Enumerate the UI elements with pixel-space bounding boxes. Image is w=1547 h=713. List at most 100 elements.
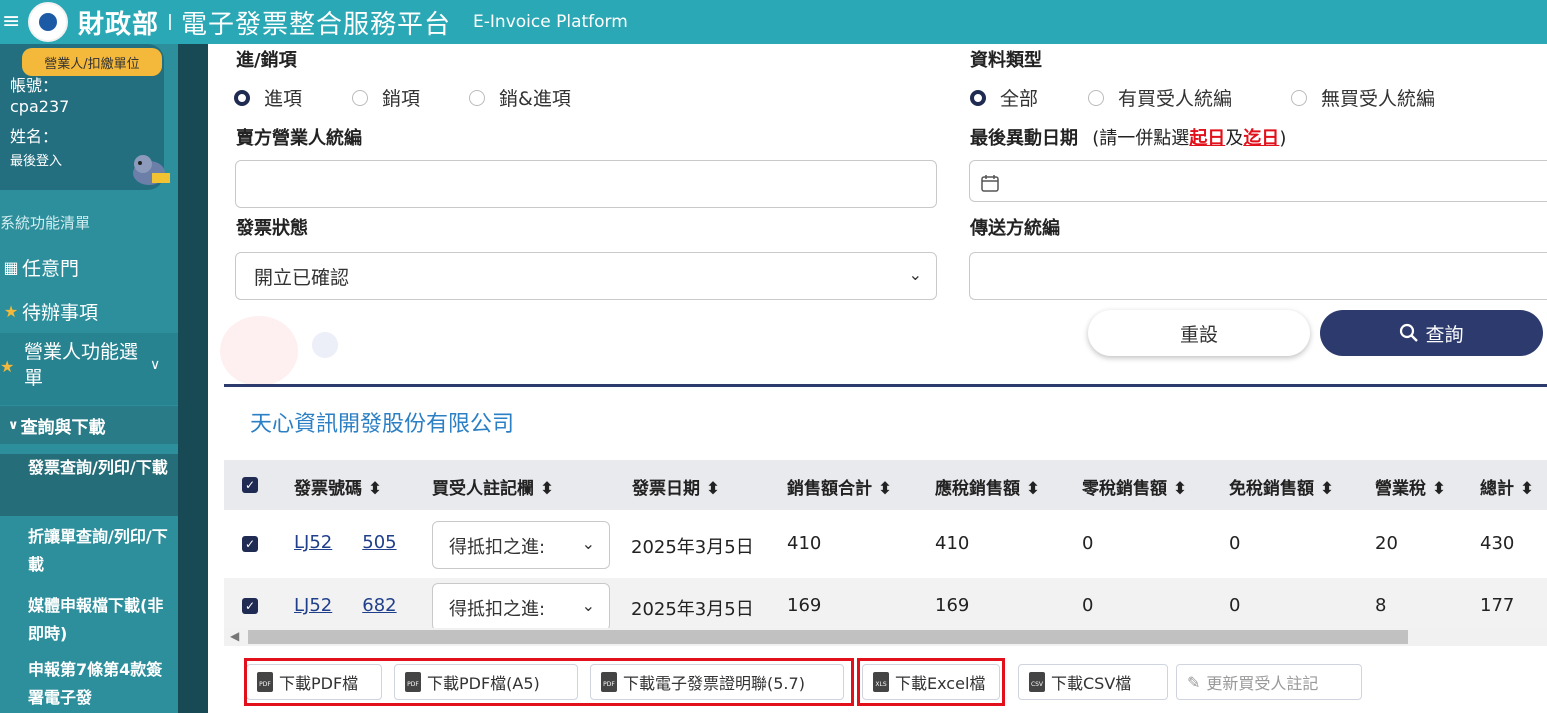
cell-tax: 20: [1375, 533, 1398, 554]
buyer-note-value: 得抵扣之進:: [449, 599, 546, 620]
row-checkbox[interactable]: ✓: [242, 536, 258, 552]
invoice-link[interactable]: LJ52 682: [294, 595, 397, 616]
col-sales-total[interactable]: 銷售額合計 ⬍: [787, 474, 892, 499]
col-buyer-note[interactable]: 買受人註記欄 ⬍: [432, 474, 554, 499]
radio-both[interactable]: 銷&進項: [469, 84, 571, 111]
sort-icon: ⬍: [1519, 479, 1535, 499]
sidebar-item-portal[interactable]: ▦ 任意門: [0, 254, 178, 281]
account-label: 帳號：: [10, 76, 59, 95]
table-row: ✓ LJ52 505 得抵扣之進: ⌄ 2025年3月5日 410 410 0 0…: [224, 514, 1547, 576]
sort-icon: ⬍: [539, 479, 555, 499]
chevron-down-icon: ⌄: [908, 265, 922, 284]
mascot-icon: [133, 155, 170, 185]
hint-start-date: 起日: [1189, 128, 1226, 149]
star-icon: ★: [3, 302, 19, 321]
ministry-name: 財政部: [78, 9, 160, 40]
col-invoice-no[interactable]: 發票號碼 ⬍: [294, 474, 382, 499]
sidebar-sub-allowance-query[interactable]: 折讓單查詢/列印/下載: [0, 523, 178, 579]
edit-icon: ✎: [1187, 672, 1201, 692]
reset-button[interactable]: 重設: [1088, 310, 1310, 356]
col-taxable[interactable]: 應稅銷售額 ⬍: [935, 474, 1040, 499]
col-date[interactable]: 發票日期 ⬍: [632, 474, 720, 499]
radio-without-buyer-id[interactable]: 無買受人統編: [1291, 84, 1435, 111]
cell-date: 2025年3月5日: [631, 537, 754, 558]
menu-caption: 系統功能清單: [0, 214, 91, 232]
sort-icon: ⬍: [705, 479, 721, 499]
cell-total: 177: [1480, 595, 1515, 616]
company-name: 天心資訊開發股份有限公司: [250, 412, 515, 437]
sender-id-label: 傳送方統編: [970, 218, 1060, 239]
menu-icon[interactable]: ≡: [2, 11, 22, 33]
select-all-checkbox[interactable]: ✓: [242, 477, 258, 493]
sidebar-sub-query-download[interactable]: ∨ 查詢與下載: [0, 406, 178, 444]
sidebar-item-label: 任意門: [22, 258, 80, 280]
radio-with-buyer-id[interactable]: 有買受人統編: [1088, 84, 1232, 111]
chevron-down-icon: ∨: [8, 417, 19, 433]
sender-id-input[interactable]: [969, 252, 1547, 300]
ministry-logo: [28, 2, 68, 42]
col-zero-tax[interactable]: 零稅銷售額 ⬍: [1082, 474, 1187, 499]
sidebar: 營業人/扣繳單位 帳號： cpa237 姓名： 最後登入 系統功能清單 ▦ 任意…: [0, 44, 178, 713]
sidebar-item-todo[interactable]: ★ 待辦事項: [0, 298, 178, 325]
row-checkbox[interactable]: ✓: [242, 598, 258, 614]
scrollbar-thumb[interactable]: [248, 630, 1408, 644]
sidebar-item-business-menu[interactable]: ★ 營業人功能選單 ∨: [0, 333, 178, 405]
cell-taxable: 169: [935, 595, 970, 616]
chevron-down-icon: ∨: [150, 357, 161, 373]
sort-icon: ⬍: [1025, 479, 1041, 499]
col-total[interactable]: 總計 ⬍: [1480, 474, 1534, 499]
sidebar-sub-media-download[interactable]: 媒體申報檔下載(非即時): [0, 592, 178, 648]
sort-icon: ⬍: [1431, 479, 1447, 499]
last-login-label: 最後登入: [10, 154, 63, 169]
cell-sales-total: 410: [787, 533, 822, 554]
account-value: cpa237: [10, 97, 70, 116]
sidebar-sub-invoice-query[interactable]: 發票查詢/列印/下載: [0, 454, 178, 516]
table-header: ✓ 發票號碼 ⬍ 買受人註記欄 ⬍ 發票日期 ⬍ 銷售額合計 ⬍ 應稅銷售額 ⬍…: [224, 460, 1547, 510]
hint-and: 及: [1225, 128, 1244, 149]
in-out-label: 進/銷項: [236, 50, 297, 71]
status-select[interactable]: 開立已確認 ⌄: [235, 252, 937, 300]
radio-label: 無買受人統編: [1321, 88, 1436, 110]
buyer-note-select[interactable]: 得抵扣之進: ⌄: [432, 521, 610, 569]
cell-date: 2025年3月5日: [631, 599, 754, 620]
button-label: 下載CSV檔: [1051, 674, 1132, 693]
seller-id-input[interactable]: [235, 160, 937, 208]
sidebar-item-label: 待辦事項: [22, 302, 99, 324]
invoice-link[interactable]: LJ52 505: [294, 532, 397, 553]
query-button[interactable]: 查詢: [1320, 310, 1543, 356]
section-divider: [224, 384, 1547, 387]
cell-tax-free: 0: [1229, 595, 1241, 616]
last-change-label: 最後異動日期 (請一併點選起日及迄日): [970, 124, 1286, 150]
radio-dot: [1088, 89, 1104, 106]
download-csv-button[interactable]: CSV 下載CSV檔: [1018, 664, 1168, 700]
last-change-date-input[interactable]: [969, 160, 1547, 202]
user-card: 營業人/扣繳單位 帳號： cpa237 姓名： 最後登入: [0, 44, 170, 190]
col-tax-free[interactable]: 免稅銷售額 ⬍: [1229, 474, 1334, 499]
radio-label: 銷&進項: [499, 88, 571, 110]
chevron-down-icon: ⌄: [581, 596, 595, 615]
cell-tax: 8: [1375, 595, 1387, 616]
update-buyer-note-button[interactable]: ✎ 更新買受人註記: [1176, 664, 1362, 700]
radio-out[interactable]: 銷項: [352, 84, 420, 111]
query-button-label: 查詢: [1425, 323, 1464, 346]
calendar-icon: [981, 175, 999, 192]
platform-title: 電子發票整合服務平台: [181, 9, 452, 40]
radio-label: 進項: [264, 88, 303, 110]
radio-all[interactable]: 全部: [970, 84, 1038, 111]
cell-zero-tax: 0: [1082, 533, 1094, 554]
sidebar-edge: [178, 44, 208, 713]
scroll-left-icon[interactable]: ◀: [230, 629, 239, 643]
radio-in[interactable]: 進項: [234, 84, 302, 111]
sidebar-sub-label: 查詢與下載: [20, 417, 106, 438]
radio-label: 全部: [1000, 88, 1039, 110]
buyer-note-select[interactable]: 得抵扣之進: ⌄: [432, 583, 610, 631]
radio-dot-selected: [970, 89, 986, 106]
col-tax[interactable]: 營業稅 ⬍: [1375, 474, 1446, 499]
map-icon: ▦: [3, 258, 19, 277]
button-label: 更新買受人註記: [1206, 674, 1319, 693]
radio-dot: [469, 89, 485, 106]
last-change-text: 最後異動日期: [970, 128, 1078, 149]
sidebar-sub-declaration[interactable]: 申報第7條第4款簽署電子發: [0, 656, 178, 712]
cell-taxable: 410: [935, 533, 970, 554]
last-change-hint: (請一併點選: [1092, 128, 1190, 149]
